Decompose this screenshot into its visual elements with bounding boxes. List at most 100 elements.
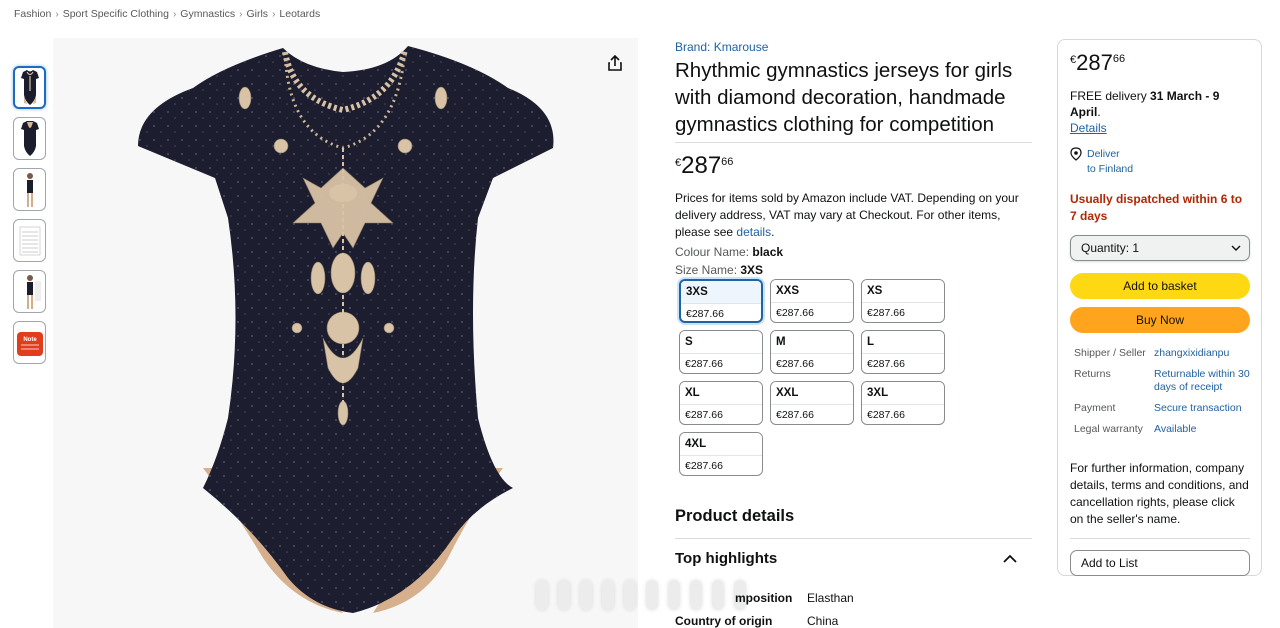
leotard-image [138, 46, 554, 613]
size-option-price: €287.66 [681, 303, 761, 321]
spec-value: China [807, 614, 839, 628]
loader-bar [536, 580, 548, 610]
size-option-price: €287.66 [680, 404, 762, 424]
thumbnail-model-side[interactable] [13, 270, 46, 313]
thumbnail-size-chart[interactable] [13, 219, 46, 262]
size-option-l[interactable]: L €287.66 [861, 330, 945, 374]
loader-bar [646, 580, 658, 610]
product-title: Rhythmic gymnastics jerseys for girls wi… [675, 59, 1013, 136]
size-option-name: XXS [771, 280, 853, 302]
main-product-image[interactable] [53, 38, 638, 628]
loader-bar [558, 580, 570, 610]
delivery-text: FREE delivery [1070, 89, 1151, 103]
size-option-name: 3XS [681, 281, 761, 303]
size-option-name: XXL [771, 382, 853, 404]
payment-link[interactable]: Secure transaction [1154, 402, 1254, 415]
size-option-price: €287.66 [862, 302, 944, 322]
size-option-m[interactable]: M €287.66 [770, 330, 854, 374]
colour-name: Colour Name: black [675, 245, 1035, 259]
chevron-down-icon [1231, 245, 1241, 251]
delivery-info: FREE delivery 31 March - 9 April. Detail… [1070, 88, 1249, 136]
size-option-price: €287.66 [771, 404, 853, 424]
top-highlights-heading[interactable]: Top highlights [675, 550, 777, 567]
vat-end: . [771, 225, 775, 239]
returns-link[interactable]: Returnable within 30 days of receipt [1154, 368, 1254, 394]
size-option-xxl[interactable]: XXL €287.66 [770, 381, 854, 425]
buybox-price: € 287 66 [1070, 51, 1249, 75]
breadcrumb-separator: › [55, 8, 59, 20]
size-option-name: 3XL [862, 382, 944, 404]
divider [675, 538, 1032, 539]
size-value: 3XS [740, 263, 764, 277]
share-icon[interactable] [604, 52, 626, 74]
price-whole: 287 [681, 152, 722, 179]
add-to-basket-button[interactable]: Add to basket [1070, 273, 1250, 299]
product-info: Brand: Kmarouse Rhythmic gymnastics jers… [675, 40, 1035, 277]
spec-row-country-of-origin: Country of origin China [675, 614, 838, 628]
vat-details-link[interactable]: details [736, 225, 771, 239]
size-option-name: 4XL [680, 433, 762, 455]
size-option-name: L [862, 331, 944, 353]
brand-link[interactable]: Brand: Kmarouse [675, 40, 1035, 54]
product-details-heading: Product details [675, 507, 795, 525]
size-name: Size Name: 3XS [675, 263, 1035, 277]
size-option-price: €287.66 [771, 302, 853, 322]
note-badge-text: Note [23, 337, 37, 343]
warranty-link[interactable]: Available [1154, 423, 1254, 436]
deliver-to-text: Deliver to Finland [1087, 147, 1133, 177]
delivery-details-link[interactable]: Details [1070, 121, 1107, 135]
deliver-to-location[interactable]: Deliver to Finland [1070, 147, 1249, 177]
breadcrumb-separator: › [172, 8, 177, 20]
size-option-price: €287.66 [862, 404, 944, 424]
size-option-xxs[interactable]: XXS €287.66 [770, 279, 854, 323]
size-option-name: M [771, 331, 853, 353]
thumbnail-note-badge[interactable]: Note [13, 321, 46, 364]
product-price: € 287 66 [675, 153, 1035, 179]
size-option-price: €287.66 [862, 353, 944, 373]
breadcrumb-gymnastics[interactable]: Gymnastics [180, 8, 235, 20]
size-option-3xl[interactable]: 3XL €287.66 [861, 381, 945, 425]
breadcrumb-fashion[interactable]: Fashion [14, 8, 51, 20]
size-option-4xl[interactable]: 4XL €287.66 [679, 432, 763, 476]
chevron-up-icon[interactable] [1002, 552, 1018, 566]
breadcrumb-girls[interactable]: Girls [246, 8, 268, 20]
seller-link[interactable]: zhangxixidianpu [1154, 347, 1254, 360]
quantity-select[interactable]: Quantity: 1 [1070, 235, 1250, 261]
thumbnail-leotard-front[interactable] [13, 66, 46, 109]
deliver-line-1: Deliver [1087, 148, 1120, 160]
add-to-list-button[interactable]: Add to List [1070, 550, 1250, 576]
divider [1070, 538, 1250, 539]
seller-info: Shipper / Seller zhangxixidianpu Returns R… [1070, 347, 1250, 436]
delivery-end: . [1097, 105, 1101, 119]
size-label: Size Name: [675, 263, 741, 277]
size-option-3xs[interactable]: 3XS €287.66 [679, 279, 763, 323]
price-whole: 287 [1076, 50, 1113, 75]
breadcrumb-leotards[interactable]: Leotards [279, 8, 320, 20]
size-option-price: €287.66 [680, 455, 762, 475]
thumbnail-model-full[interactable] [13, 168, 46, 211]
breadcrumb-sport-specific-clothing[interactable]: Sport Specific Clothing [63, 8, 169, 20]
size-option-price: €287.66 [680, 353, 762, 373]
size-option-xs[interactable]: XS €287.66 [861, 279, 945, 323]
spec-key: Country of origin [675, 614, 773, 628]
colour-label: Colour Name: [675, 245, 753, 259]
breadcrumb-separator: › [239, 8, 243, 20]
size-option-name: XL [680, 382, 762, 404]
loader-bar [602, 580, 614, 610]
spec-value: Elasthan [807, 591, 854, 605]
divider [675, 142, 1032, 143]
info-key: Shipper / Seller [1074, 347, 1146, 359]
buy-box: € 287 66 FREE delivery 31 March - 9 Apri… [1057, 39, 1262, 576]
size-option-xl[interactable]: XL €287.66 [679, 381, 763, 425]
spec-key: mposition [735, 591, 793, 605]
loader-bar [624, 580, 636, 610]
thumbnail-strip: Note [13, 66, 46, 364]
price-fraction: 66 [721, 156, 734, 168]
breadcrumb-separator: › [272, 8, 276, 20]
price-fraction: 66 [1112, 53, 1126, 65]
thumbnail-leotard-back[interactable] [13, 117, 46, 160]
further-info-text: For further information, company details… [1070, 461, 1249, 526]
size-option-s[interactable]: S €287.66 [679, 330, 763, 374]
buy-now-button[interactable]: Buy Now [1070, 307, 1250, 333]
dispatch-notice: Usually dispatched within 6 to 7 days [1070, 192, 1243, 223]
